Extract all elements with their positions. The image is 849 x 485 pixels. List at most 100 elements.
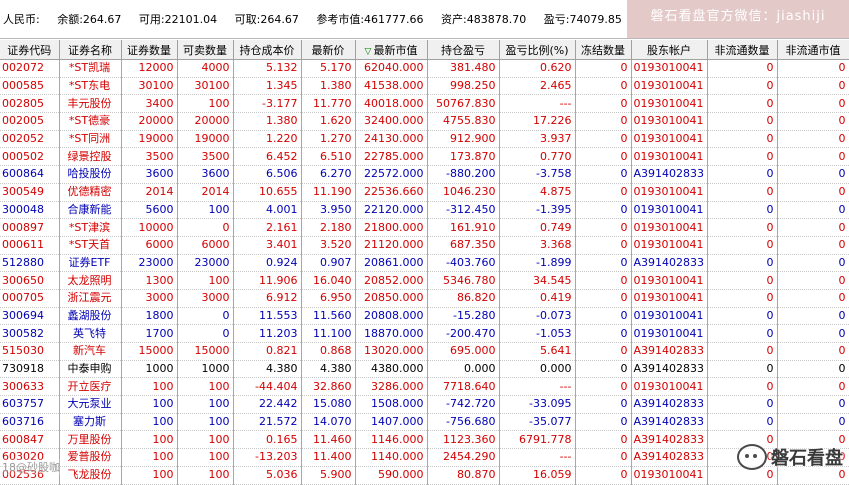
table-row[interactable]: 000611 *ST天首 6000 6000 3.401 3.520 21120.000 68…	[0, 236, 849, 255]
cell-last: 0.907	[301, 254, 356, 273]
cell-plpct: 34.545	[499, 271, 576, 290]
cell-qty: 1000	[121, 360, 178, 379]
cell-last: 11.100	[301, 324, 356, 343]
table-row[interactable]: 730918 中泰申购 1000 1000 4.380 4.380 4380.000 0.00…	[0, 360, 849, 379]
column-header-label: 股东帐户	[647, 43, 691, 57]
table-row[interactable]: 300633 开立医疗 100 100 -44.404 32.860 3286.000 771…	[0, 377, 849, 397]
cell-nontrade-val: 0	[777, 147, 849, 167]
cell-nontrade-qty: 0	[707, 360, 778, 379]
cell-name: 证券ETF	[59, 254, 122, 273]
cell-nontrade-qty: 0	[707, 201, 778, 220]
table-row[interactable]: 002005 *ST德豪 20000 20000 1.380 1.620 32400.000…	[0, 112, 849, 131]
cell-last: 1.270	[301, 130, 356, 149]
cell-sellable: 3500	[177, 147, 234, 167]
column-header-label: 证券代码	[7, 43, 52, 57]
cell-pl: 687.350	[427, 236, 500, 255]
column-header-plpct[interactable]: 盈亏比例(%)	[499, 40, 576, 60]
table-row[interactable]: 000502 绿景控股 3500 3500 6.452 6.510 22785.000 173…	[0, 147, 849, 167]
column-header-sellable[interactable]: 可卖数量	[177, 40, 234, 60]
cell-pl: 50767.830	[427, 94, 500, 114]
cell-name: *ST凯瑞	[59, 59, 122, 78]
column-header-code[interactable]: 证券代码	[0, 40, 60, 60]
cell-nontrade-val: 0	[777, 201, 849, 220]
cell-sellable: 23000	[177, 254, 234, 273]
watermark-text: 磐石看盘	[771, 448, 843, 469]
cell-pl: 695.000	[427, 342, 500, 361]
cell-qty: 100	[121, 430, 178, 450]
cell-name: 飞龙股份	[59, 466, 122, 485]
column-header-cost[interactable]: 持仓成本价	[233, 40, 302, 60]
cell-cost: 1.345	[233, 77, 302, 96]
table-row[interactable]: 300582 英飞特 1700 0 11.203 11.100 18870.000 -200.…	[0, 324, 849, 343]
table-row[interactable]: 603716 塞力斯 100 100 21.572 14.070 1407.000 -756.…	[0, 413, 849, 432]
table-row[interactable]: 600864 哈投股份 3600 3600 6.506 6.270 22572.000 -88…	[0, 165, 849, 184]
cell-cost: 6.506	[233, 165, 302, 184]
cell-nontrade-val: 0	[777, 77, 849, 96]
column-header-frozen[interactable]: 冻结数量	[575, 40, 632, 60]
cell-plpct: ---	[499, 377, 576, 397]
cell-qty: 1800	[121, 307, 178, 326]
cell-qty: 100	[121, 377, 178, 397]
cell-pl: 7718.640	[427, 377, 500, 397]
cell-nontrade-qty: 0	[707, 183, 778, 202]
table-row[interactable]: 300048 合康新能 5600 100 4.001 3.950 22120.000 -312…	[0, 201, 849, 220]
cell-nontrade-qty: 0	[707, 324, 778, 343]
cell-nontrade-val: 0	[777, 289, 849, 308]
table-row[interactable]: 515030 新汽车 15000 15000 0.821 0.868 13020.000 69…	[0, 342, 849, 361]
column-header-name[interactable]: 证券名称	[59, 40, 122, 60]
balance-value: 余额:264.67	[57, 13, 122, 26]
column-header-nontrade-qty[interactable]: 非流通数量	[707, 40, 778, 60]
cell-last: 16.040	[301, 271, 356, 290]
table-row[interactable]: 603020 爱普股份 100 100 -13.203 11.400 1140.000 245…	[0, 448, 849, 467]
column-header-last[interactable]: 最新价	[301, 40, 356, 60]
table-row[interactable]: 300650 太龙照明 1300 100 11.906 16.040 20852.000 53…	[0, 271, 849, 290]
table-row[interactable]: 000897 *ST津滨 10000 0 2.161 2.180 21800.000 161.…	[0, 218, 849, 237]
cell-pl: -200.470	[427, 324, 500, 343]
cell-mktval: 20861.000	[355, 254, 428, 273]
cell-mktval: 1140.000	[355, 448, 428, 467]
cell-plpct: -1.899	[499, 254, 576, 273]
corner-watermark: 18@砂股咖	[0, 459, 62, 475]
cell-sellable: 3600	[177, 165, 234, 184]
column-header-mktval[interactable]: ▽ 最新市值	[355, 40, 428, 60]
table-row[interactable]: 002536 飞龙股份 100 100 5.036 5.900 590.000 80.870 1…	[0, 466, 849, 485]
cell-qty: 12000	[121, 59, 178, 78]
table-row[interactable]: 000705 浙江震元 3000 3000 6.912 6.950 20850.000 86.…	[0, 289, 849, 308]
cell-frozen: 0	[575, 448, 632, 467]
cell-cost: 11.553	[233, 307, 302, 326]
cell-last: 0.868	[301, 342, 356, 361]
cell-code: 515030	[0, 342, 60, 361]
cell-name: 绿景控股	[59, 147, 122, 167]
cell-last: 14.070	[301, 413, 356, 432]
cell-frozen: 0	[575, 466, 632, 485]
table-row[interactable]: 300694 蠡湖股份 1800 0 11.553 11.560 20808.000 -15.…	[0, 307, 849, 326]
cell-frozen: 0	[575, 271, 632, 290]
cell-pl: -742.720	[427, 395, 500, 414]
table-row[interactable]: 000585 *ST东电 30100 30100 1.345 1.380 41538.000…	[0, 77, 849, 96]
column-header-account[interactable]: 股东帐户	[631, 40, 708, 60]
cell-sellable: 30100	[177, 77, 234, 96]
table-row[interactable]: 002072 *ST凯瑞 12000 4000 5.132 5.170 62040.000 3…	[0, 59, 849, 78]
cell-account: A391402833	[631, 360, 708, 379]
cell-nontrade-qty: 0	[707, 59, 778, 78]
column-header-nontrade-val[interactable]: 非流通市值	[777, 40, 849, 60]
cell-qty: 1300	[121, 271, 178, 290]
table-row[interactable]: 603757 大元泵业 100 100 22.442 15.080 1508.000 -742…	[0, 395, 849, 414]
table-row[interactable]: 002052 *ST同洲 19000 19000 1.220 1.270 24130.000…	[0, 130, 849, 149]
cell-mktval: 32400.000	[355, 112, 428, 131]
column-header-label: 证券名称	[68, 43, 112, 57]
table-row[interactable]: 512880 证券ETF 23000 23000 0.924 0.907 20861.000…	[0, 254, 849, 273]
cell-mktval: 4380.000	[355, 360, 428, 379]
column-header-pl[interactable]: 持仓盈亏	[427, 40, 500, 60]
profit-loss-value: 盈亏:74079.85	[543, 13, 622, 26]
cell-frozen: 0	[575, 165, 632, 184]
table-row[interactable]: 002805 丰元股份 3400 100 -3.177 11.770 40018.000 50…	[0, 94, 849, 114]
column-header-label: 盈亏比例(%)	[505, 43, 569, 57]
table-row[interactable]: 600847 万里股份 100 100 0.165 11.460 1146.000 1123.…	[0, 430, 849, 450]
table-row[interactable]: 300549 优德精密 2014 2014 10.655 11.190 22536.660 1…	[0, 183, 849, 202]
cell-sellable: 20000	[177, 112, 234, 131]
cell-code: 000502	[0, 147, 60, 167]
cell-last: 6.270	[301, 165, 356, 184]
cell-mktval: 20808.000	[355, 307, 428, 326]
column-header-qty[interactable]: 证券数量	[121, 40, 178, 60]
